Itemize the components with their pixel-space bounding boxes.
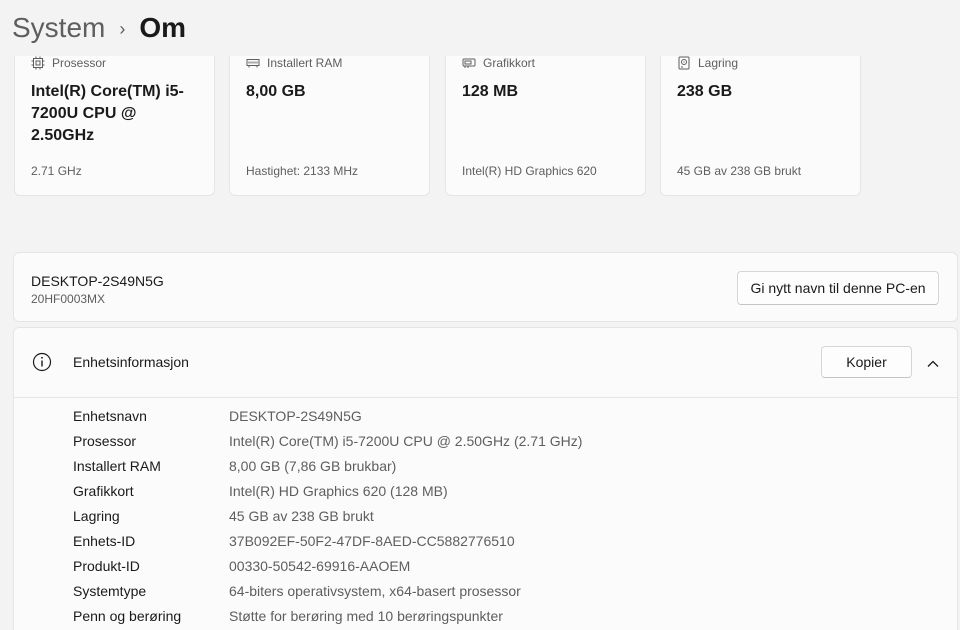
card-value: 128 MB bbox=[462, 83, 519, 100]
card-label: Prosessor bbox=[52, 56, 107, 70]
info-row-ram: Installert RAM 8,00 GB (7,86 GB brukbar) bbox=[73, 458, 933, 483]
info-row-pen-touch: Penn og berøring Støtte for berøring med… bbox=[73, 608, 933, 630]
info-label: Systemtype bbox=[73, 583, 147, 599]
info-row-processor: Prosessor Intel(R) Core(TM) i5-7200U CPU… bbox=[73, 433, 933, 458]
device-info-header[interactable]: Enhetsinformasjon Kopier bbox=[14, 328, 957, 398]
storage-icon bbox=[677, 56, 691, 70]
info-label: Lagring bbox=[73, 508, 120, 524]
device-info-panel: Enhetsinformasjon Kopier Enhetsnavn DESK… bbox=[13, 327, 958, 630]
card-sub: Intel(R) HD Graphics 620 bbox=[462, 164, 597, 178]
card-value: Intel(R) Core(TM) i5-7200U CPU @ 2.50GHz bbox=[31, 83, 184, 144]
card-sub: Hastighet: 2133 MHz bbox=[246, 164, 359, 178]
ram-icon bbox=[246, 56, 260, 70]
card-value: 238 GB bbox=[677, 83, 733, 100]
card-label: Lagring bbox=[698, 56, 739, 70]
page-title: Om bbox=[139, 12, 187, 43]
info-row-storage: Lagring 45 GB av 238 GB brukt bbox=[73, 508, 933, 533]
card-processor: Prosessor Intel(R) Core(TM) i5-7200U CPU… bbox=[14, 56, 215, 196]
info-label: Produkt-ID bbox=[73, 558, 140, 574]
card-value: 8,00 GB bbox=[246, 83, 306, 100]
card-graphics: Grafikkort 128 MB Intel(R) HD Graphics 6… bbox=[445, 56, 646, 196]
spec-cards: Prosessor Intel(R) Core(TM) i5-7200U CPU… bbox=[0, 56, 960, 201]
device-info-rows: Enhetsnavn DESKTOP-2S49N5G Prosessor Int… bbox=[73, 408, 933, 630]
chevron-right-icon: › bbox=[119, 18, 126, 39]
processor-icon bbox=[31, 56, 45, 70]
info-label: Enhets-ID bbox=[73, 533, 136, 549]
info-icon bbox=[32, 352, 52, 377]
breadcrumb-system-link[interactable]: System bbox=[12, 12, 105, 44]
pc-name-panel: DESKTOP-2S49N5G 20HF0003MX Gi nytt navn … bbox=[13, 252, 958, 322]
copy-button[interactable]: Kopier bbox=[821, 346, 912, 378]
card-label: Installert RAM bbox=[267, 56, 343, 70]
info-value: 64-biters operativsystem, x64-basert pro… bbox=[229, 583, 521, 599]
card-storage: Lagring 238 GB 45 GB av 238 GB brukt bbox=[660, 56, 861, 196]
about-page: System › Om Prosessor Intel(R) Core(TM) … bbox=[0, 0, 960, 630]
pc-name: DESKTOP-2S49N5G bbox=[31, 273, 164, 289]
graphics-card-icon bbox=[462, 56, 476, 70]
info-value: Intel(R) Core(TM) i5-7200U CPU @ 2.50GHz… bbox=[229, 433, 583, 449]
info-value: 45 GB av 238 GB brukt bbox=[229, 508, 374, 524]
info-row-device-id: Enhets-ID 37B092EF-50F2-47DF-8AED-CC5882… bbox=[73, 533, 933, 558]
info-value: Støtte for berøring med 10 berøringspunk… bbox=[229, 608, 503, 624]
info-value: 00330-50542-69916-AAOEM bbox=[229, 558, 411, 574]
info-label: Penn og berøring bbox=[73, 608, 182, 624]
info-label: Installert RAM bbox=[73, 458, 161, 474]
info-label: Prosessor bbox=[73, 433, 137, 449]
info-row-device-name: Enhetsnavn DESKTOP-2S49N5G bbox=[73, 408, 933, 433]
device-info-title: Enhetsinformasjon bbox=[73, 354, 189, 370]
breadcrumb: System › Om bbox=[12, 8, 186, 48]
info-row-product-id: Produkt-ID 00330-50542-69916-AAOEM bbox=[73, 558, 933, 583]
chevron-up-icon[interactable] bbox=[926, 356, 940, 374]
card-label: Grafikkort bbox=[483, 56, 536, 70]
info-row-graphics: Grafikkort Intel(R) HD Graphics 620 (128… bbox=[73, 483, 933, 508]
rename-pc-button[interactable]: Gi nytt navn til denne PC-en bbox=[737, 271, 939, 305]
info-row-system-type: Systemtype 64-biters operativsystem, x64… bbox=[73, 583, 933, 608]
info-label: Grafikkort bbox=[73, 483, 134, 499]
card-ram: Installert RAM 8,00 GB Hastighet: 2133 M… bbox=[229, 56, 430, 196]
info-label: Enhetsnavn bbox=[73, 408, 147, 424]
card-sub: 45 GB av 238 GB brukt bbox=[677, 164, 802, 178]
pc-model: 20HF0003MX bbox=[31, 292, 106, 306]
card-sub: 2.71 GHz bbox=[31, 164, 82, 178]
info-value: Intel(R) HD Graphics 620 (128 MB) bbox=[229, 483, 448, 499]
info-value: 37B092EF-50F2-47DF-8AED-CC5882776510 bbox=[229, 533, 515, 549]
info-value: 8,00 GB (7,86 GB brukbar) bbox=[229, 458, 397, 474]
info-value: DESKTOP-2S49N5G bbox=[229, 408, 362, 424]
